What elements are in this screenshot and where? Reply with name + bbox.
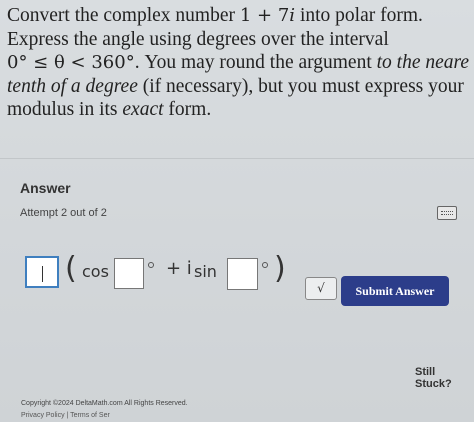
complex-number: 1 + 7i (239, 5, 296, 26)
interval: 0° ≤ θ < 360° (7, 52, 135, 73)
question-text: Convert the complex number 1 + 7i into p… (7, 4, 474, 122)
question-line-4: tenth of a degree (if necessary), but yo… (7, 75, 464, 97)
question-line-5: modulus in its exact form. (7, 99, 212, 120)
submit-answer-button[interactable]: Submit Answer (341, 276, 449, 306)
right-paren: ) (274, 251, 286, 286)
question-line-2: Express the angle using degrees over the… (7, 28, 389, 50)
sqrt-button[interactable]: √ (305, 277, 337, 300)
cos-angle-input[interactable] (114, 258, 144, 289)
text-cursor (42, 266, 43, 282)
sin-angle-input[interactable] (227, 258, 258, 290)
still-stuck-link[interactable]: Still Stuck? (415, 366, 474, 390)
attempt-counter: Attempt 2 out of 2 (20, 207, 107, 219)
answer-heading: Answer (20, 180, 71, 196)
left-paren: ( (65, 251, 77, 286)
plus-i-label: + i (166, 258, 192, 279)
keyboard-icon[interactable] (437, 206, 457, 220)
footer-links[interactable]: Privacy Policy | Terms of Ser (21, 412, 110, 419)
sin-label: sin (194, 262, 217, 281)
copyright-text: Copyright ©2024 DeltaMath.com All Rights… (21, 400, 188, 407)
cos-label: cos (82, 262, 109, 281)
degree-symbol (262, 262, 268, 268)
modulus-input[interactable] (25, 256, 59, 288)
question-line-3: 0° ≤ θ < 360°. You may round the argumen… (7, 52, 470, 73)
section-divider (0, 158, 474, 159)
question-line-1: Convert the complex number 1 + 7i into p… (7, 5, 423, 26)
degree-symbol (148, 262, 154, 268)
